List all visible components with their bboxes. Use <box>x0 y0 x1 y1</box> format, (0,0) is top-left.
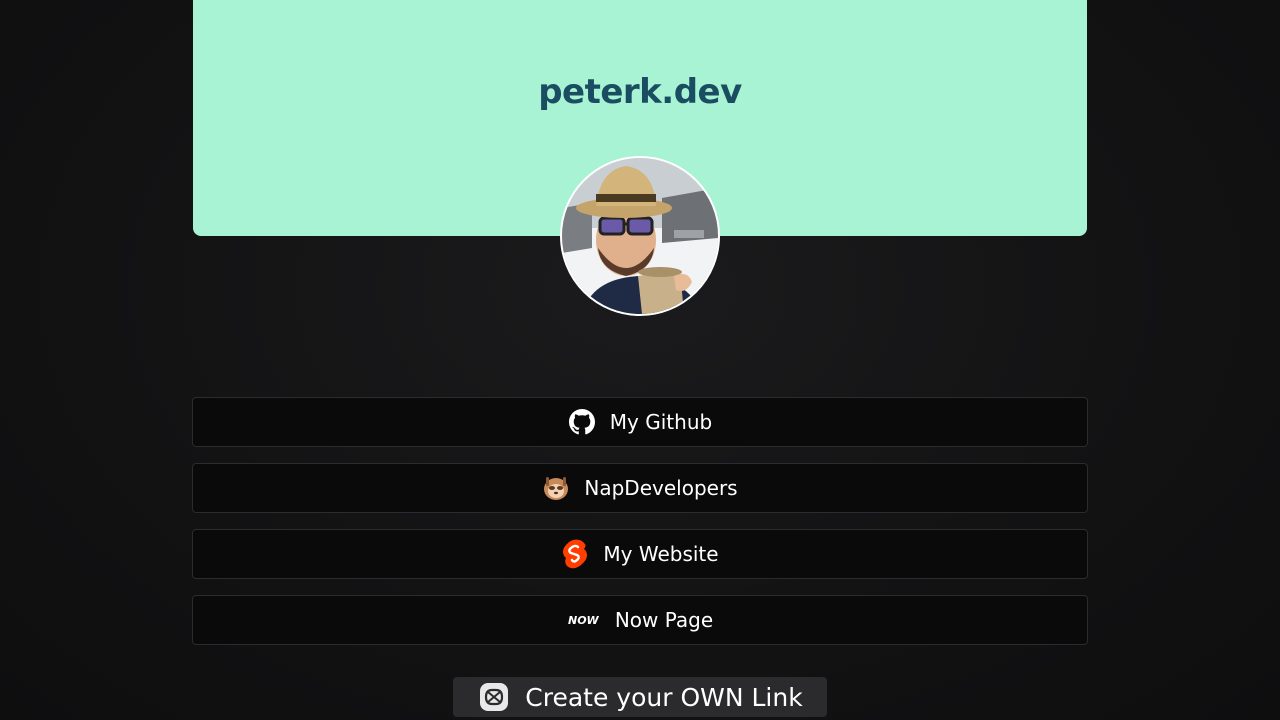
link-github-button[interactable]: My Github <box>192 397 1088 447</box>
svelte-icon <box>561 539 589 569</box>
create-own-link-button[interactable]: Create your OWN Link <box>453 677 827 717</box>
cta-label: Create your OWN Link <box>525 682 803 712</box>
github-icon <box>568 408 596 436</box>
now-icon: NOW <box>567 606 601 634</box>
link-label: NapDevelopers <box>584 476 738 500</box>
page-title: peterk.dev <box>538 72 742 112</box>
link-website-button[interactable]: My Website <box>192 529 1088 579</box>
link-list: My Github NapDevelopers My Website NOW N… <box>192 397 1088 661</box>
link-label: My Website <box>603 542 719 566</box>
link-napdevelopers-button[interactable]: NapDevelopers <box>192 463 1088 513</box>
svg-text:NOW: NOW <box>568 614 600 627</box>
link-label: My Github <box>609 410 713 434</box>
avatar-photo <box>562 158 718 314</box>
link-label: Now Page <box>614 608 714 632</box>
sloth-icon <box>542 474 570 502</box>
link-logo-icon <box>477 680 511 714</box>
avatar <box>560 156 720 316</box>
link-now-page-button[interactable]: NOW Now Page <box>192 595 1088 645</box>
page: peterk.dev My Github NapDevelopers My We… <box>0 0 1280 720</box>
